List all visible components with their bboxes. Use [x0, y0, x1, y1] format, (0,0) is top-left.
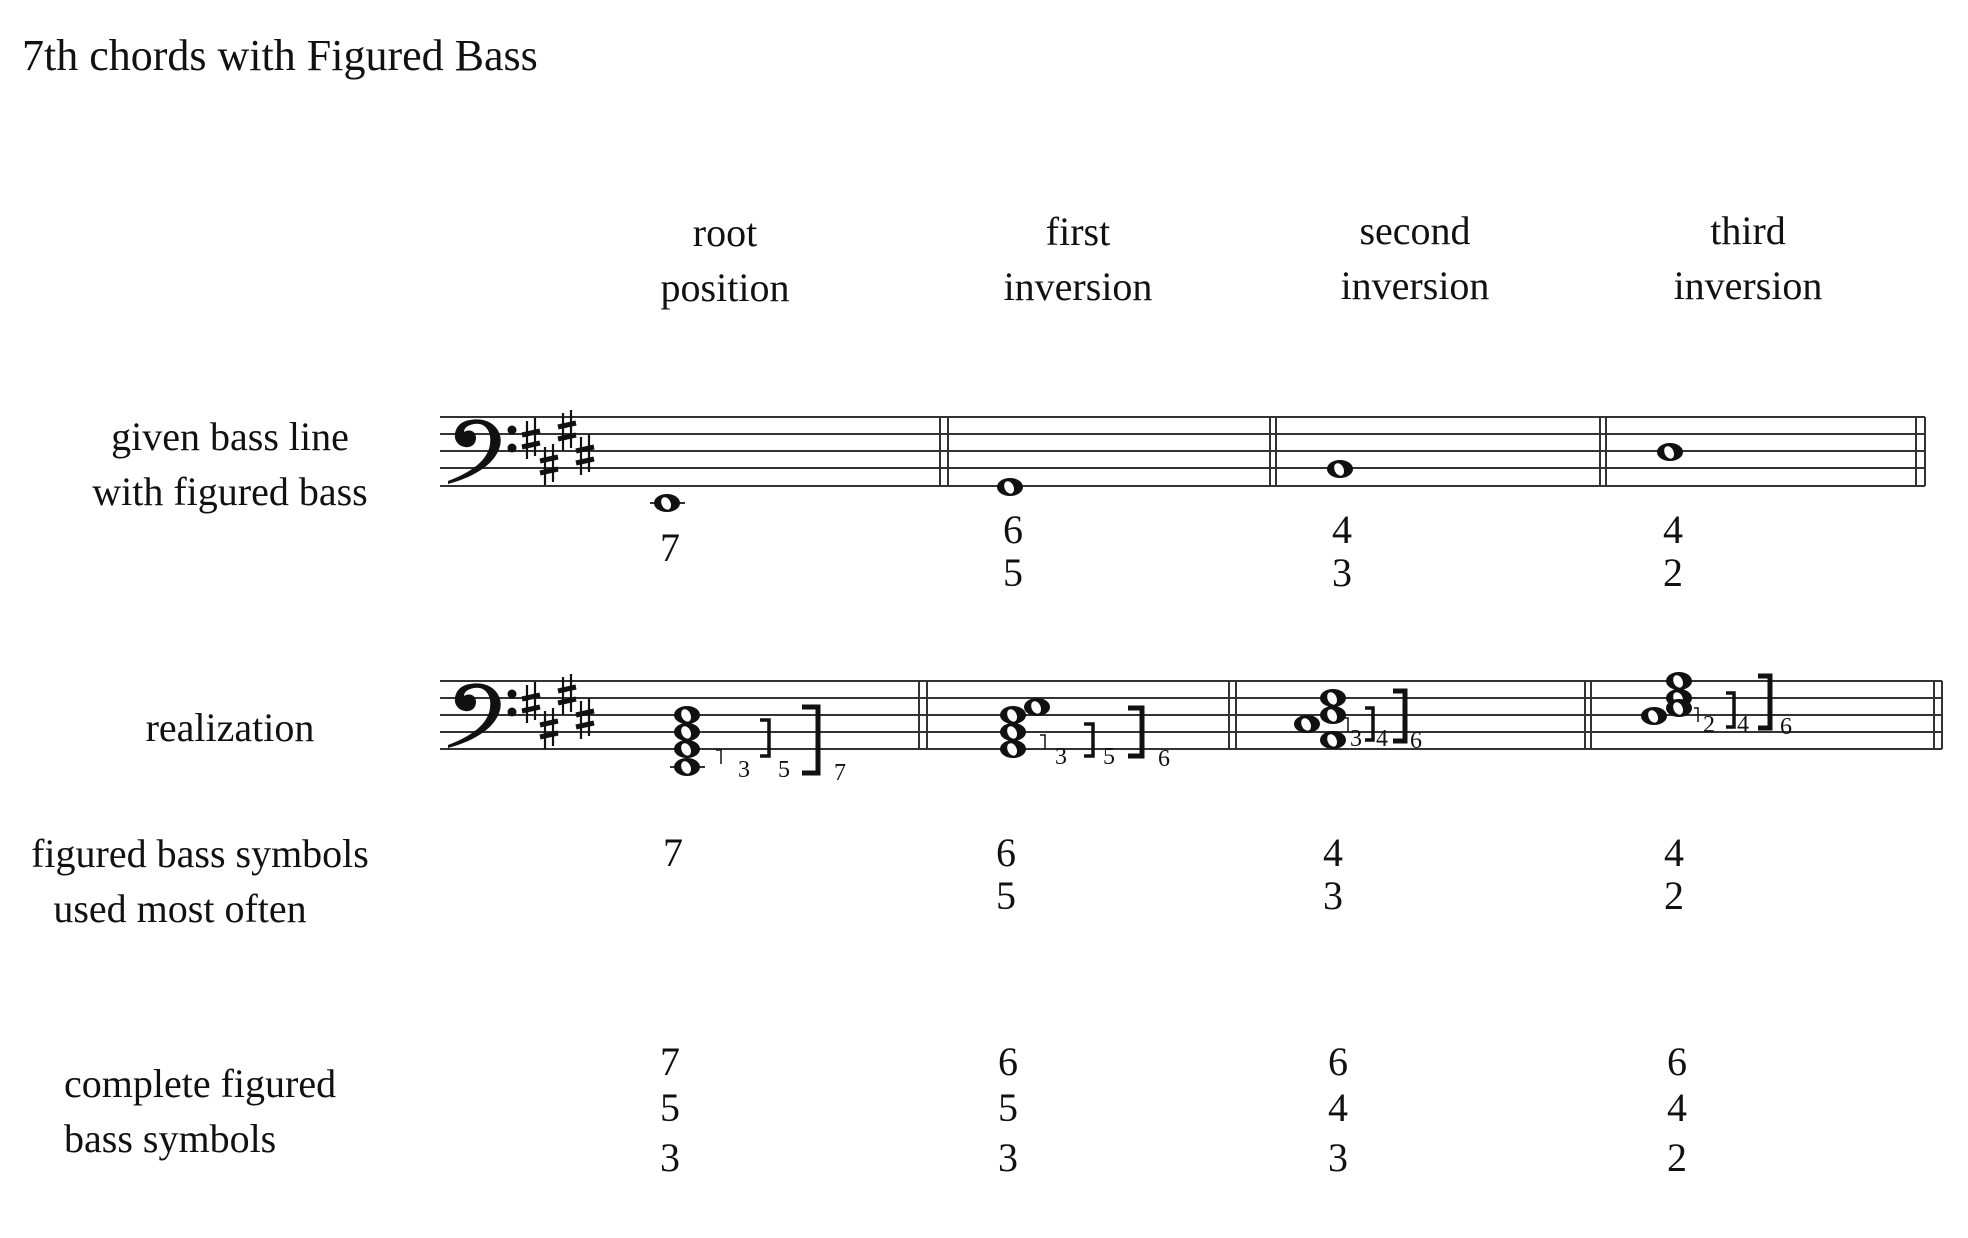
- given-figure: 6: [1003, 507, 1023, 552]
- note-third-inversion: [1657, 443, 1683, 461]
- complete-figure: 7: [660, 1039, 680, 1084]
- interval-label: 6: [1410, 728, 1422, 754]
- most-often-figure: 5: [996, 873, 1016, 918]
- given-figure: 2: [1663, 550, 1683, 595]
- interval-label: 5: [778, 757, 790, 783]
- key-signature-sharps: [522, 674, 594, 749]
- most-often-figure: 2: [1664, 873, 1684, 918]
- note-root-position: [650, 494, 685, 512]
- complete-figure: 4: [1328, 1085, 1348, 1130]
- complete-figure: 4: [1667, 1085, 1687, 1130]
- complete-figure: 5: [998, 1085, 1018, 1130]
- most-often-figure: 6: [996, 830, 1016, 875]
- complete-figure: 6: [1328, 1039, 1348, 1084]
- key-signature-sharps: [522, 410, 594, 485]
- complete-figure: 3: [998, 1135, 1018, 1180]
- complete-figure: 3: [660, 1135, 680, 1180]
- complete-figure: 5: [660, 1085, 680, 1130]
- given-figure: 4: [1663, 507, 1683, 552]
- interval-label: 7: [834, 760, 846, 786]
- most-often-figure: 7: [663, 830, 683, 875]
- interval-label: 4: [1737, 712, 1749, 738]
- interval-label: 6: [1158, 746, 1170, 772]
- complete-figure: 2: [1667, 1135, 1687, 1180]
- most-often-figure: 3: [1323, 873, 1343, 918]
- note-first-inversion: [997, 478, 1023, 496]
- staff-realization: [440, 672, 1943, 776]
- staff-given-bass-line: [440, 410, 1926, 512]
- interval-label: 6: [1780, 714, 1792, 740]
- most-often-figure: 4: [1323, 830, 1343, 875]
- complete-figure: 6: [998, 1039, 1018, 1084]
- given-figure: 7: [660, 525, 680, 570]
- interval-label: 4: [1376, 726, 1388, 752]
- given-figure: 5: [1003, 550, 1023, 595]
- interval-label: 3: [1055, 744, 1067, 770]
- interval-label: 3: [738, 757, 750, 783]
- complete-figure: 3: [1328, 1135, 1348, 1180]
- interval-label: 5: [1103, 744, 1115, 770]
- complete-figure: 6: [1667, 1039, 1687, 1084]
- interval-label: 3: [1350, 726, 1362, 752]
- given-figure: 4: [1332, 507, 1352, 552]
- most-often-figure: 4: [1664, 830, 1684, 875]
- note-second-inversion: [1327, 460, 1353, 478]
- interval-label: 2: [1703, 712, 1715, 738]
- given-figure: 3: [1332, 550, 1352, 595]
